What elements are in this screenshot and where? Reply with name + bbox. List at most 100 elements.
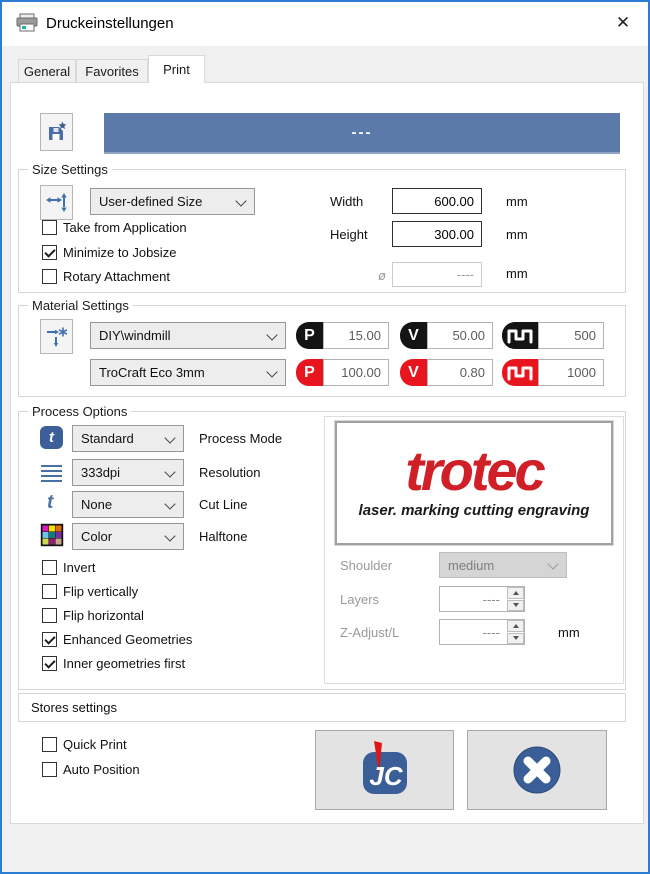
resolution-value: 333dpi: [81, 465, 121, 480]
checkbox-minimize-to-jobsize[interactable]: Minimize to Jobsize: [42, 245, 176, 260]
checkbox-enhanced-geometries[interactable]: Enhanced Geometries: [42, 632, 192, 647]
checkbox-invert[interactable]: Invert: [42, 560, 96, 575]
size-settings-title: Size Settings: [28, 162, 112, 177]
checkbox-box: [42, 220, 57, 235]
checkbox-label: Minimize to Jobsize: [63, 245, 177, 260]
z-adjust-stepper: [439, 619, 525, 645]
save-favorite-button[interactable]: [40, 113, 73, 151]
engrave-material-select[interactable]: DIY\windmill: [90, 322, 286, 349]
diameter-input[interactable]: [392, 262, 482, 287]
process-mode-value: Standard: [81, 431, 134, 446]
checkbox-quick-print[interactable]: Quick Print: [42, 737, 127, 752]
chevron-down-icon: [548, 560, 558, 570]
cut-material-select[interactable]: TroCraft Eco 3mm: [90, 359, 286, 386]
spinner-up-button[interactable]: [507, 587, 524, 599]
diameter-symbol: ø: [378, 268, 386, 283]
shoulder-select[interactable]: medium: [439, 552, 567, 578]
process-mode-select[interactable]: Standard: [72, 425, 184, 452]
checkbox-take-from-application[interactable]: Take from Application: [42, 220, 187, 235]
checkbox-box: [42, 245, 57, 260]
tab-print[interactable]: Print: [148, 55, 205, 83]
checkbox-box: [42, 737, 57, 752]
width-label: Width: [330, 194, 364, 209]
spinner-down-button[interactable]: [507, 599, 524, 611]
engrave-speed-input[interactable]: [427, 322, 493, 349]
process-mode-label: Process Mode: [199, 431, 283, 446]
z-adjust-unit: mm: [558, 625, 580, 640]
cut-frequency-input[interactable]: [538, 359, 604, 386]
checkbox-box: [42, 269, 57, 284]
engrave-material-value: DIY\windmill: [99, 328, 171, 343]
power-glyph: P: [304, 363, 315, 381]
checkbox-label: Auto Position: [63, 762, 140, 777]
checkbox-box: [42, 608, 57, 623]
z-adjust-spin-buttons: [507, 620, 524, 644]
selected-favorite-bar[interactable]: ---: [104, 113, 620, 154]
checkbox-label: Take from Application: [63, 220, 187, 235]
z-adjust-label: Z-Adjust/L: [340, 625, 400, 640]
checkbox-box: [42, 632, 57, 647]
svg-text:JC: JC: [369, 761, 403, 791]
resolution-select[interactable]: 333dpi: [72, 459, 184, 486]
speed-glyph: V: [408, 326, 419, 344]
tab-general[interactable]: General: [18, 59, 76, 82]
tab-print-label: Print: [163, 62, 190, 77]
cancel-button[interactable]: [467, 730, 607, 810]
chevron-down-icon: [165, 500, 175, 510]
checkbox-label: Flip vertically: [63, 584, 139, 599]
checkbox-rotary-attachment[interactable]: Rotary Attachment: [42, 269, 170, 284]
halftone-select[interactable]: Color: [72, 523, 184, 550]
cut-line-glyph: t: [47, 492, 54, 513]
cut-speed-input[interactable]: [427, 359, 493, 386]
tab-favorites[interactable]: Favorites: [76, 59, 148, 82]
cut-power-icon: P: [296, 359, 323, 386]
engrave-power-icon: P: [296, 322, 323, 349]
halftone-value: Color: [81, 529, 113, 544]
layers-stepper: [439, 586, 525, 612]
checkbox-auto-position[interactable]: Auto Position: [42, 762, 140, 777]
cut-line-select[interactable]: None: [72, 491, 184, 518]
power-glyph: P: [304, 326, 315, 344]
spinner-up-button[interactable]: [507, 620, 524, 632]
engrave-frequency-icon: [502, 322, 538, 349]
stores-settings-title: Stores settings: [31, 700, 117, 715]
size-preset-select[interactable]: User-defined Size: [90, 188, 255, 215]
engrave-power-input[interactable]: [323, 322, 389, 349]
width-input[interactable]: [392, 188, 482, 214]
resolution-icon: [40, 463, 63, 486]
checkbox-box: [42, 560, 57, 575]
size-preset-value: User-defined Size: [99, 194, 203, 209]
checkbox-label: Enhanced Geometries: [63, 632, 193, 647]
material-settings-button[interactable]: [40, 319, 73, 354]
print-jobcontrol-button[interactable]: JC: [315, 730, 454, 810]
cut-material-value: TroCraft Eco 3mm: [99, 365, 205, 380]
layers-label: Layers: [340, 592, 380, 607]
engrave-frequency-input[interactable]: [538, 322, 604, 349]
checkbox-box: [42, 656, 57, 671]
layers-spin-buttons: [507, 587, 524, 611]
height-input[interactable]: [392, 221, 482, 247]
jobcontrol-icon: JC: [362, 741, 407, 794]
halftone-icon: [40, 523, 64, 550]
checkbox-label: Inner geometries first: [63, 656, 186, 671]
engrave-speed-icon: V: [400, 322, 427, 349]
close-button[interactable]: ✕: [606, 8, 640, 38]
selected-favorite-value: ---: [351, 124, 373, 141]
chevron-down-icon: [236, 197, 246, 207]
cancel-icon: [513, 746, 561, 794]
stores-settings-group: Stores settings: [18, 693, 626, 722]
checkbox-label: Rotary Attachment: [63, 269, 170, 284]
spinner-down-button[interactable]: [507, 632, 524, 644]
process-mode-icon: t: [40, 426, 63, 449]
trotec-tagline-text: laser. marking cutting engraving: [358, 502, 590, 520]
diameter-unit: mm: [506, 266, 528, 281]
chevron-down-icon: [165, 434, 175, 444]
checkbox-inner-geometries-first[interactable]: Inner geometries first: [42, 656, 185, 671]
process-options-title: Process Options: [28, 404, 132, 419]
size-settings-button[interactable]: [40, 185, 73, 220]
chevron-down-icon: [165, 532, 175, 542]
checkbox-flip-horizontal[interactable]: Flip horizontal: [42, 608, 144, 623]
cut-power-input[interactable]: [323, 359, 389, 386]
checkbox-flip-vertically[interactable]: Flip vertically: [42, 584, 138, 599]
chevron-down-icon: [165, 468, 175, 478]
